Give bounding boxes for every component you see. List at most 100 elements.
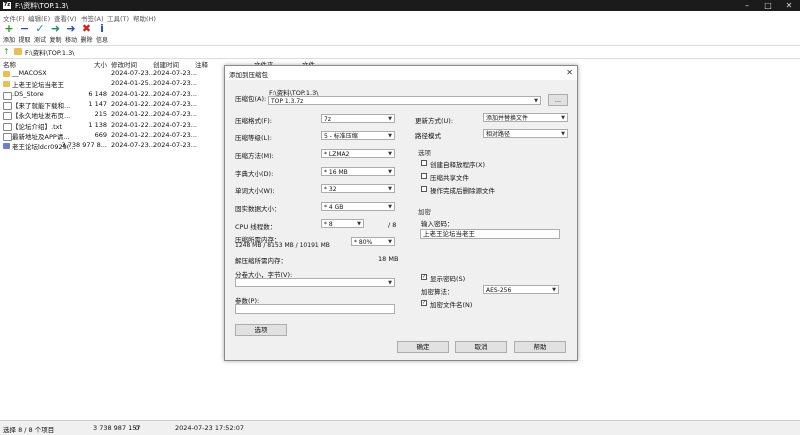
enc-method-select[interactable]: AES-256 ▼ xyxy=(483,285,559,294)
file-icon xyxy=(3,122,12,131)
toolbar-button-0[interactable]: + 添加 xyxy=(1,23,17,44)
archive-name-combo[interactable]: TOP 1.3.7z ▼ xyxy=(268,96,541,105)
options-button[interactable]: 选项 xyxy=(235,324,287,336)
chevron-down-icon: ▼ xyxy=(534,98,538,104)
cell-name: 上老王论坛当老王 xyxy=(12,81,64,90)
pathmode-select[interactable]: 相对路径 ▼ xyxy=(483,129,568,138)
cell-modified: 2024-01-22... xyxy=(111,89,155,98)
table-row[interactable]: __MACOSX 2024-07-23... 2024-07-23... xyxy=(0,69,225,79)
column-created[interactable]: 创建时间 xyxy=(153,59,179,69)
toolbar-button-2[interactable]: ✓ 测试 xyxy=(32,23,48,44)
cpu-total: / 8 xyxy=(388,221,397,229)
cell-created: 2024-07-23... xyxy=(153,130,197,139)
solid-label: 固实数据大小： xyxy=(235,205,281,213)
toolbar-button-4[interactable]: ➜ 移动 xyxy=(63,23,79,44)
pathmode-label: 路径模式 xyxy=(415,132,441,140)
menu-help[interactable]: 帮助(H) xyxy=(133,13,156,23)
toolbar-button-3[interactable]: ➜ 复制 xyxy=(48,23,64,44)
mem-percent-select[interactable]: * 80% ▼ xyxy=(351,237,395,246)
add-to-archive-dialog: 添加到压缩包 ✕ 压缩包(A): F:\资料\TOP.1.3\ TOP 1.3.… xyxy=(224,65,578,361)
sfx-checkbox[interactable] xyxy=(421,160,427,166)
method-select[interactable]: * LZMA2 ▼ xyxy=(321,149,395,158)
delete-after-checkbox[interactable] xyxy=(421,186,427,192)
enc-method-label: 加密算法： xyxy=(421,288,454,296)
cpu-select[interactable]: * 8 ▼ xyxy=(321,219,364,228)
toolbar-button-1[interactable]: − 提取 xyxy=(17,23,33,44)
level-label: 压缩等级(L): xyxy=(235,134,272,142)
column-comment[interactable]: 注释 xyxy=(195,59,208,69)
maximize-button[interactable]: □ xyxy=(762,1,774,10)
table-row[interactable]: .DS_Store 6 148 2024-01-22... 2024-07-23... xyxy=(0,90,225,100)
archive-label: 压缩包(A): xyxy=(235,95,267,103)
cell-name: __MACOSX xyxy=(12,69,47,77)
toolbar-label: 移动 xyxy=(64,37,77,44)
toolbar-button-6[interactable]: i 信息 xyxy=(94,23,110,44)
update-select[interactable]: 添加并替换文件 ▼ xyxy=(483,113,568,122)
show-password-checkbox[interactable]: ✓ xyxy=(421,274,427,280)
dialog-title-bar: 添加到压缩包 ✕ xyxy=(225,66,577,80)
decomp-value: 18 MB xyxy=(378,255,399,263)
toolbar-label: 添加 xyxy=(2,37,15,44)
table-row[interactable]: 上老王论坛当老王 2024-01-25... 2024-07-23... xyxy=(0,79,225,89)
file-icon xyxy=(3,112,12,121)
delete-icon: ✖ xyxy=(81,22,92,35)
close-button[interactable]: ✕ xyxy=(783,1,795,10)
shared-checkbox[interactable] xyxy=(421,173,427,179)
solid-select[interactable]: * 4 GB ▼ xyxy=(321,202,395,211)
cell-created: 2024-07-23... xyxy=(153,99,197,108)
word-select[interactable]: * 32 ▼ xyxy=(321,184,395,193)
copy-arrow-icon: ➜ xyxy=(50,22,61,35)
status-size: 3 738 987 157 xyxy=(93,424,141,432)
check-icon: ✓ xyxy=(35,22,45,35)
level-select[interactable]: 5 - 标准压缩 ▼ xyxy=(321,131,395,140)
toolbar: + 添加 − 提取 ✓ 测试 ➜ 复制 ➜ 移动 ✖ 删除 i 信息 xyxy=(0,23,800,45)
table-row[interactable]: 【论坛介绍】.txt 1 138 2024-01-22... 2024-07-23..… xyxy=(0,121,225,131)
table-row[interactable]: 老王论坛ldcr0929(... 3 738 977 8... 2024-07-23… xyxy=(0,141,225,151)
cell-created: 2024-07-23... xyxy=(153,110,197,119)
show-password-label: 显示密码(S) xyxy=(430,275,466,283)
split-combo[interactable]: ▼ xyxy=(235,278,395,287)
cell-modified: 2024-01-22... xyxy=(111,130,155,139)
dialog-close-icon[interactable]: ✕ xyxy=(566,68,573,77)
cancel-button[interactable]: 取消 xyxy=(455,341,507,353)
address-path[interactable]: F:\资料\TOP.1.3\ xyxy=(25,47,74,57)
app-icon: 7z xyxy=(3,2,11,9)
toolbar-label: 复制 xyxy=(49,37,62,44)
table-row[interactable]: 最新地址及APP请... 669 2024-01-22... 2024-07-23..… xyxy=(0,131,225,141)
toolbar-label: 测试 xyxy=(33,37,46,44)
method-label: 压缩方法(M): xyxy=(235,152,274,160)
cell-modified: 2024-01-22... xyxy=(111,99,155,108)
cell-name: .DS_Store xyxy=(12,89,44,98)
status-date: 2024-07-23 17:52:07 xyxy=(175,424,245,432)
ok-button[interactable]: 确定 xyxy=(397,341,449,353)
menu-tools[interactable]: 工具(T) xyxy=(107,13,129,23)
browse-button[interactable]: ... xyxy=(548,94,568,106)
dialog-title: 添加到压缩包 xyxy=(229,71,268,79)
shared-label: 压缩共享文件 xyxy=(430,174,469,182)
help-button[interactable]: 帮助 xyxy=(514,341,566,353)
cell-name: 【来了就能下载和... xyxy=(12,101,71,110)
cell-created: 2024-07-23... xyxy=(153,120,197,129)
encrypt-names-checkbox[interactable]: ✓ xyxy=(421,300,427,306)
cell-modified: 2024-07-23... xyxy=(111,141,155,150)
file-icon xyxy=(3,132,12,141)
delete-after-label: 操作完成后删除源文件 xyxy=(430,187,495,195)
window-title: F:\资料\TOP.1.3\ xyxy=(15,2,69,10)
table-row[interactable]: 【永久地址发布页... 215 2024-01-22... 2024-07-23... xyxy=(0,110,225,121)
table-row[interactable]: 【来了就能下载和... 1 147 2024-01-22... 2024-07-23.… xyxy=(0,100,225,110)
cell-name: 【永久地址发布页... xyxy=(12,112,71,121)
word-label: 单词大小(W): xyxy=(235,187,275,195)
column-name[interactable]: 名称 xyxy=(3,59,16,69)
password-input[interactable]: 上老王论坛当老王 xyxy=(420,229,560,239)
format-select[interactable]: 7z ▼ xyxy=(321,114,395,123)
dict-select[interactable]: * 16 MB ▼ xyxy=(321,167,395,176)
column-size[interactable]: 大小 xyxy=(94,59,107,69)
up-folder-icon[interactable]: ↑ xyxy=(3,47,11,56)
folder-icon xyxy=(3,81,10,88)
params-input[interactable] xyxy=(235,304,395,314)
format-label: 压缩格式(F): xyxy=(235,117,273,125)
minimize-button[interactable]: – xyxy=(741,1,753,10)
column-modified[interactable]: 修改时间 xyxy=(111,59,137,69)
decomp-label: 解压缩所需内存： xyxy=(235,257,287,265)
toolbar-button-5[interactable]: ✖ 删除 xyxy=(79,23,95,44)
